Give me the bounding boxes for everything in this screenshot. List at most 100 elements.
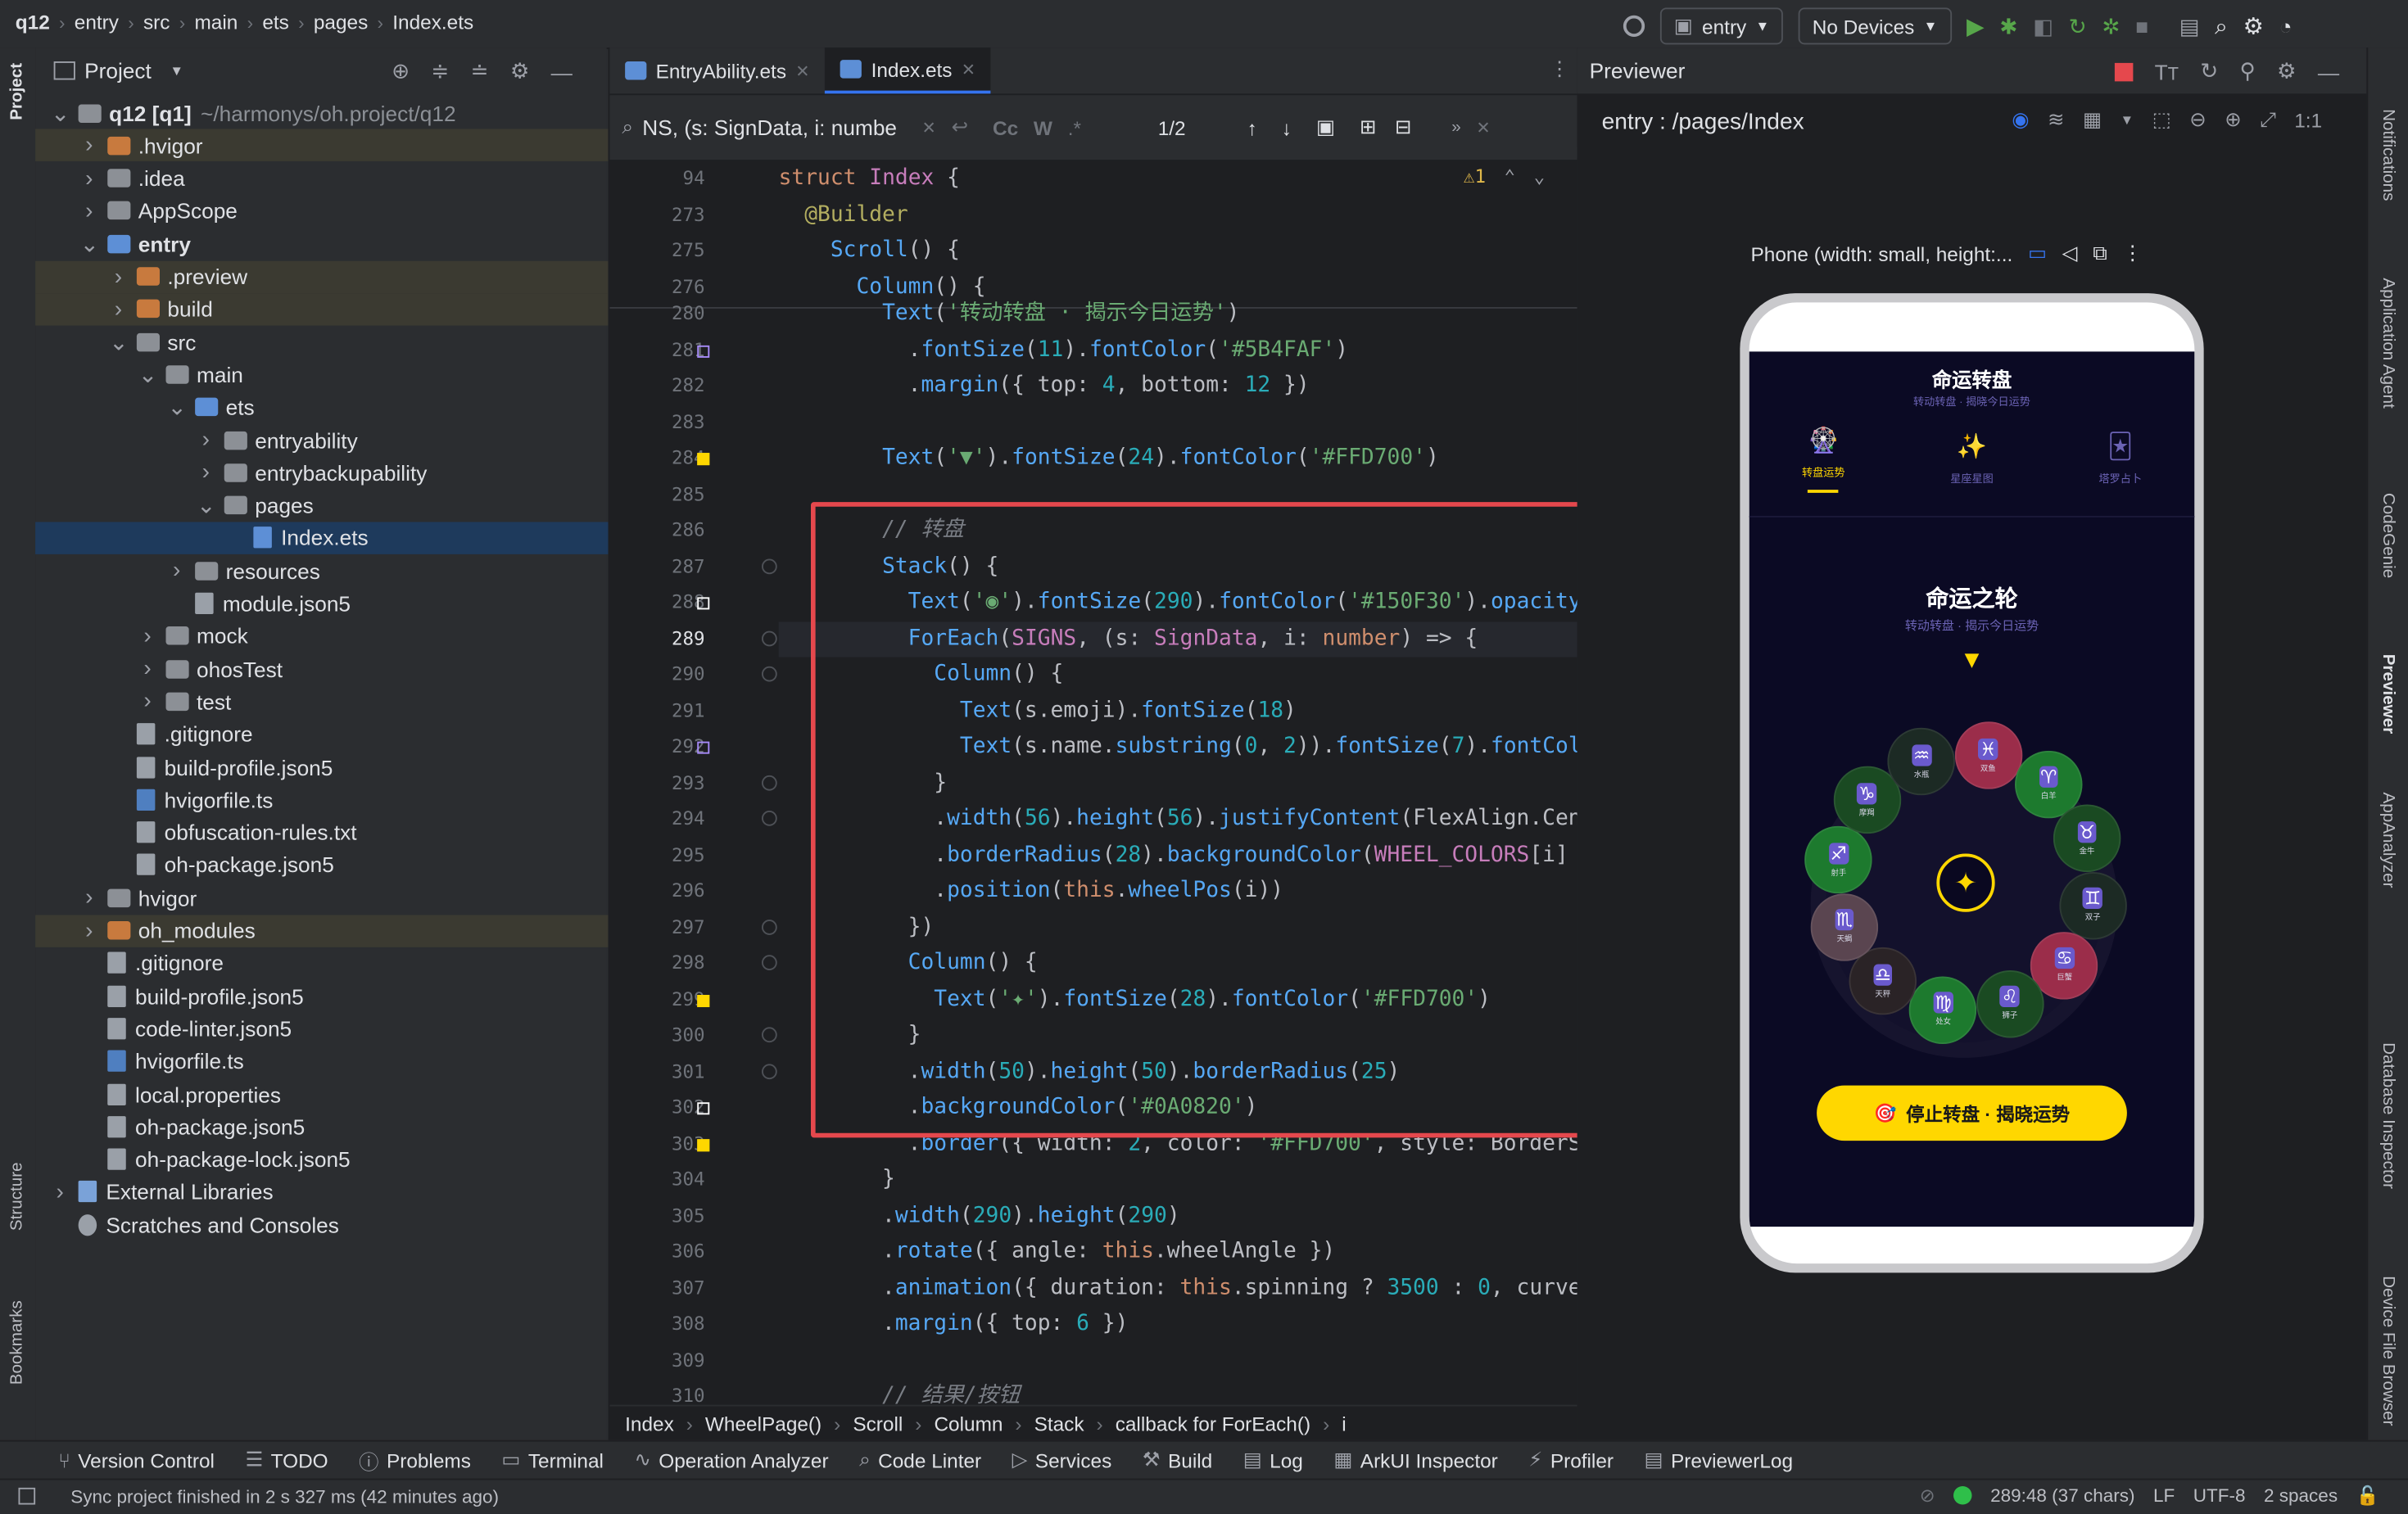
- code-line[interactable]: struct Index {: [779, 161, 960, 197]
- rotate-icon[interactable]: ⧉: [2093, 241, 2107, 265]
- tree-item[interactable]: build-profile.json5: [35, 751, 681, 783]
- caret-position[interactable]: 289:48 (37 chars): [1990, 1485, 2134, 1506]
- code-line[interactable]: .animation({ duration: this.spinning ? 3…: [779, 1271, 1577, 1307]
- code-line[interactable]: .border({ width: 2, color: '#FFD700', st…: [779, 1126, 1577, 1162]
- fold-icon[interactable]: [762, 1063, 777, 1079]
- code-line[interactable]: }): [779, 910, 935, 946]
- color-swatch-icon[interactable]: [697, 994, 710, 1007]
- fit-icon[interactable]: ⬚: [2152, 107, 2171, 132]
- code-line[interactable]: .margin({ top: 6 }): [779, 1307, 1128, 1343]
- tool-window-button[interactable]: ▤ Log: [1243, 1448, 1303, 1472]
- tool-window-button[interactable]: ▭ Terminal: [501, 1448, 604, 1472]
- code-line[interactable]: .margin({ top: 4, bottom: 12 }): [779, 368, 1310, 404]
- project-structure-icon[interactable]: ▤: [2179, 13, 2200, 39]
- fold-icon[interactable]: [762, 1027, 777, 1043]
- chevron-icon[interactable]: ⌄: [80, 230, 100, 258]
- tree-item[interactable]: local.properties: [35, 1078, 651, 1110]
- chevron-icon[interactable]: ›: [138, 623, 157, 649]
- code-line[interactable]: .borderRadius(28).backgroundColor(WHEEL_…: [779, 838, 1577, 874]
- chevron-icon[interactable]: ›: [51, 1179, 70, 1205]
- layers-icon[interactable]: ≋: [2048, 107, 2064, 132]
- stop-icon[interactable]: ■: [2135, 14, 2148, 38]
- attach-icon[interactable]: ◧: [2033, 13, 2053, 39]
- tree-item[interactable]: Scratches and Consoles: [35, 1209, 622, 1241]
- account-icon[interactable]: ◔: [2279, 14, 2293, 38]
- fold-icon[interactable]: [762, 919, 777, 934]
- chevron-icon[interactable]: ⌄: [197, 491, 216, 519]
- profile-icon[interactable]: ✲: [2102, 13, 2120, 39]
- chevron-icon[interactable]: ⌄: [51, 99, 70, 127]
- tool-window-button[interactable]: ▷ Services: [1012, 1448, 1112, 1472]
- tab-index[interactable]: Index.ets ✕: [825, 47, 991, 94]
- fold-icon[interactable]: [762, 630, 777, 646]
- structure-tool-tab[interactable]: Structure: [7, 1162, 26, 1231]
- breadcrumb-item[interactable]: pages: [314, 11, 368, 34]
- add-selection-icon[interactable]: ⊞: [1360, 115, 1376, 140]
- breadcrumb-item[interactable]: entry: [75, 11, 119, 34]
- inspector-icon[interactable]: ◉: [2012, 107, 2029, 132]
- code-line[interactable]: }: [779, 766, 947, 802]
- right-tool-tab[interactable]: Database Inspector: [2379, 1042, 2397, 1189]
- hide-icon[interactable]: —: [551, 59, 573, 84]
- chevron-icon[interactable]: ›: [109, 264, 128, 290]
- code-line[interactable]: Column() {: [779, 946, 1038, 982]
- words-icon[interactable]: W: [1034, 116, 1052, 139]
- target-icon[interactable]: [1623, 15, 1645, 37]
- locate-icon[interactable]: ⊕: [392, 58, 410, 84]
- color-swatch-icon[interactable]: [697, 741, 710, 754]
- tree-item[interactable]: .gitignore: [35, 718, 681, 750]
- lock-icon[interactable]: 🔓: [2356, 1485, 2379, 1506]
- device-type-icon[interactable]: ▭: [2028, 241, 2047, 265]
- code-line[interactable]: Text('转动转盘 · 揭示今日运势'): [779, 296, 1239, 332]
- color-swatch-icon[interactable]: [697, 453, 710, 466]
- more-tabs-icon[interactable]: ⋮: [1550, 56, 1569, 81]
- tree-item[interactable]: ⌄ q12 [q1] ~/harmonys/oh.project/q12: [35, 97, 622, 129]
- wheel-sign[interactable]: ♏ 天蝎: [1810, 893, 1879, 961]
- stop-preview-icon[interactable]: [2114, 61, 2134, 81]
- right-tool-tab[interactable]: Notifications: [2379, 109, 2397, 201]
- zoom-in-icon[interactable]: ⊕: [2225, 107, 2241, 132]
- fold-icon[interactable]: [762, 955, 777, 970]
- color-swatch-icon[interactable]: [697, 1102, 710, 1115]
- font-size-icon[interactable]: TT: [2155, 59, 2179, 84]
- select-all-icon[interactable]: ▣: [1316, 115, 1335, 140]
- app-tab[interactable]: ✨ 星座星图: [1950, 431, 1994, 486]
- fold-icon[interactable]: [762, 558, 777, 574]
- tree-item[interactable]: obfuscation-rules.txt: [35, 816, 681, 848]
- gear-icon[interactable]: ⚙: [510, 58, 530, 84]
- chevron-down-icon[interactable]: ▼: [2121, 112, 2134, 128]
- code-line[interactable]: // 转盘: [779, 513, 964, 549]
- tree-item[interactable]: › .hvigor: [35, 129, 651, 162]
- close-search-icon[interactable]: ✕: [1476, 117, 1490, 138]
- right-tool-tab[interactable]: CodeGenie: [2379, 493, 2397, 578]
- app-tab[interactable]: 🃏 塔罗占卜: [2098, 431, 2142, 486]
- code-line[interactable]: Text('▼').fontSize(24).fontColor('#FFD70…: [779, 441, 1439, 477]
- tree-item[interactable]: ⌄ entry: [35, 228, 651, 260]
- tree-item[interactable]: hvigorfile.ts: [35, 784, 681, 816]
- refresh-icon[interactable]: ↻: [2200, 58, 2218, 84]
- grid-icon[interactable]: ▦: [2083, 107, 2102, 132]
- close-icon[interactable]: ✕: [962, 59, 975, 79]
- line-separator[interactable]: LF: [2153, 1485, 2175, 1506]
- tree-item[interactable]: build-profile.json5: [35, 979, 651, 1011]
- code-breadcrumb-item[interactable]: WheelPage(): [705, 1412, 822, 1435]
- tree-item[interactable]: › oh_modules: [35, 914, 651, 947]
- color-swatch-icon[interactable]: [697, 344, 710, 357]
- code-breadcrumb-item[interactable]: Scroll: [853, 1412, 903, 1435]
- tool-window-button[interactable]: ☰ TODO: [245, 1448, 328, 1472]
- wheel-sign[interactable]: ♒ 水瓶: [1887, 727, 1956, 796]
- code-line[interactable]: .fontSize(11).fontColor('#5B4FAF'): [779, 332, 1348, 368]
- tool-window-button[interactable]: ⌕ Code Linter: [859, 1448, 981, 1472]
- no-sync-icon[interactable]: ⊘: [1920, 1485, 1935, 1506]
- actual-size-icon[interactable]: 1:1: [2294, 108, 2322, 131]
- code-line[interactable]: Stack() {: [779, 549, 998, 585]
- expand-icon[interactable]: ⤢: [2260, 107, 2276, 132]
- wheel-sign[interactable]: ♓ 双鱼: [1954, 721, 2022, 790]
- code-breadcrumb-item[interactable]: Column: [934, 1412, 1003, 1435]
- stop-wheel-button[interactable]: 🎯 停止转盘 · 揭晓运势: [1817, 1085, 2127, 1141]
- tree-item[interactable]: .gitignore: [35, 947, 651, 978]
- code-line[interactable]: .rotate({ angle: this.wheelAngle }): [779, 1235, 1335, 1271]
- tool-window-button[interactable]: ⚒ Build: [1143, 1448, 1212, 1472]
- code-breadcrumb-item[interactable]: i: [1342, 1412, 1346, 1435]
- tree-item[interactable]: oh-package.json5: [35, 849, 681, 881]
